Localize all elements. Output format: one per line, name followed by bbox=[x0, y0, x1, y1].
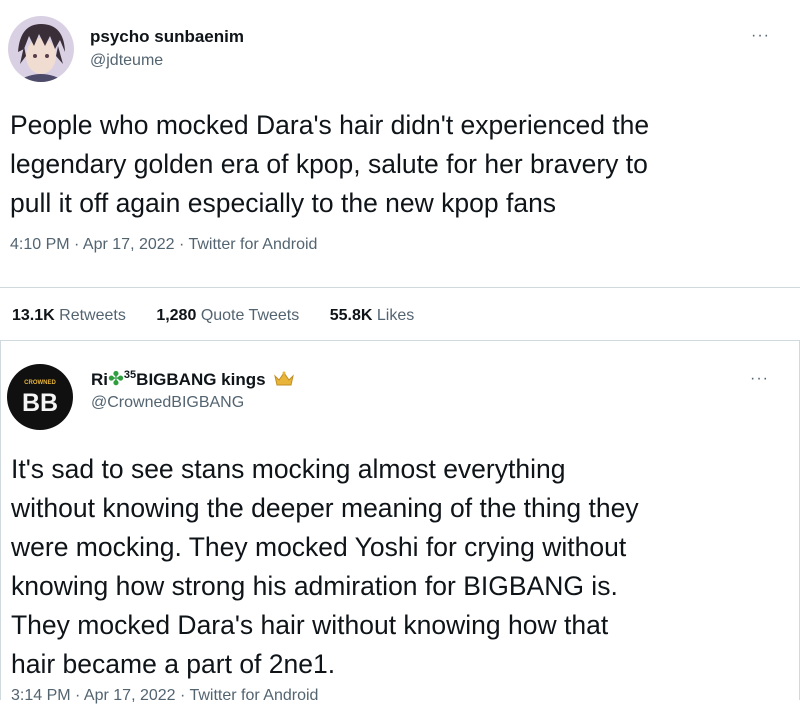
display-name[interactable]: Ri✤35BIGBANG kings bbox=[91, 368, 295, 392]
tweet-meta[interactable]: 3:14 PM · Apr 17, 2022 · Twitter for And… bbox=[11, 687, 318, 705]
avatar[interactable]: CROWNED BB bbox=[7, 364, 73, 430]
avatar[interactable] bbox=[8, 16, 74, 82]
retweets-stat[interactable]: 13.1K Retweets bbox=[12, 307, 126, 324]
more-icon[interactable]: ··· bbox=[750, 370, 769, 388]
likes-stat[interactable]: 55.8K Likes bbox=[330, 307, 415, 324]
crown-icon bbox=[274, 371, 295, 392]
tweet-stats: 13.1K Retweets 1,280 Quote Tweets 55.8K … bbox=[12, 307, 440, 325]
tweet-1: psycho sunbaenim @jdteume ··· People who… bbox=[0, 0, 800, 340]
handle[interactable]: @CrownedBIGBANG bbox=[91, 394, 244, 412]
divider bbox=[1, 340, 800, 341]
quote-tweets-stat[interactable]: 1,280 Quote Tweets bbox=[156, 307, 299, 324]
avatar-logo-text: BB bbox=[22, 389, 58, 417]
more-icon[interactable]: ··· bbox=[751, 27, 770, 45]
divider bbox=[0, 287, 800, 288]
avatar-small-text: CROWNED bbox=[24, 380, 56, 386]
tweet-text: It's sad to see stans mocking almost eve… bbox=[11, 454, 639, 679]
tweet-2: CROWNED BB Ri✤35BIGBANG kings @CrownedBI… bbox=[0, 340, 800, 704]
tweet-meta[interactable]: 4:10 PM · Apr 17, 2022 · Twitter for And… bbox=[10, 236, 317, 254]
tweet-text: People who mocked Dara's hair didn't exp… bbox=[10, 110, 650, 218]
display-name[interactable]: psycho sunbaenim bbox=[90, 27, 244, 47]
handle[interactable]: @jdteume bbox=[90, 52, 163, 70]
clover-icon: ✤ bbox=[108, 369, 124, 390]
